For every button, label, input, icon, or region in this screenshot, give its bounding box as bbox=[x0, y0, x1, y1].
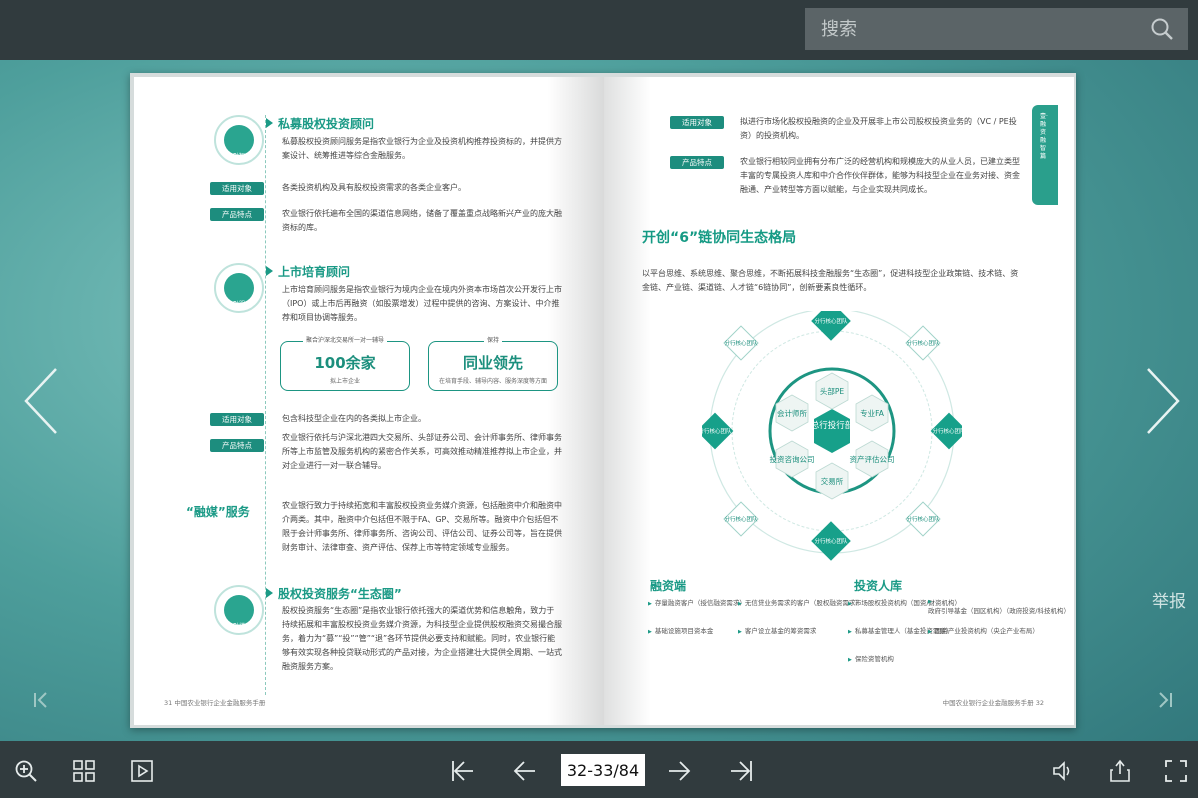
share-icon[interactable] bbox=[1108, 759, 1132, 783]
sound-icon[interactable] bbox=[1050, 759, 1074, 783]
last-page-side-icon[interactable] bbox=[1156, 690, 1174, 710]
feature-text: 农业银行依托遍布全国的渠道信息网络，储备了覆盖重点战略新兴产业的庞大融资标的库。 bbox=[282, 209, 562, 232]
search-box bbox=[805, 8, 1188, 50]
target-tag: 适用对象 bbox=[210, 413, 264, 426]
outer-node: 分行核心团队 bbox=[814, 317, 848, 325]
page-number-input[interactable] bbox=[561, 754, 645, 786]
target-tag: 适用对象 bbox=[210, 182, 264, 195]
search-input[interactable] bbox=[805, 8, 1145, 50]
first-page-side-icon[interactable] bbox=[32, 690, 50, 710]
target-text: 拟进行市场化股权投融资的企业及开展非上市公司股权投资业务的（VC / PE投资）… bbox=[740, 117, 1017, 140]
right-page[interactable]: 适用对象 拟进行市场化股权投融资的企业及开展非上市公司股权投资业务的（VC / … bbox=[604, 77, 1074, 725]
feature-tag: 产品特点 bbox=[210, 208, 264, 221]
stat-box: 保持 同业领先 在培育手段、辅导内容、服务深度等方面 bbox=[428, 337, 558, 391]
book-spread: 融智 私募股权投资顾问 私募股权投资顾问服务是指农业银行为企业及投资机构推荐投资… bbox=[130, 73, 1076, 728]
section-body: 私募股权投资顾问服务是指农业银行为企业及投资机构推荐投资标的，并提供方案设计、统… bbox=[282, 137, 562, 160]
page-footer: 中国农业银行企业金融服务手册 32 bbox=[942, 699, 1044, 707]
fullscreen-icon[interactable] bbox=[1164, 759, 1188, 783]
ecosystem-diagram: 总行投行部 头部PE 专业FA 资产评估公司 交易所 投资咨询公司 会计师所 分… bbox=[702, 311, 962, 561]
inner-node: 交易所 bbox=[821, 476, 844, 486]
outer-node: 分行核心团队 bbox=[906, 339, 940, 347]
list-item: 政府引导基金（园区机构）（政府投资/科技机构） bbox=[928, 597, 1074, 615]
list-item: 无信贷业务需求的客户（股权融资需求） bbox=[738, 597, 862, 607]
outer-node: 分行核心团队 bbox=[724, 515, 758, 523]
stat-box: 聚合沪深北交易所一对一辅导 100余家 拟上市企业 bbox=[280, 337, 410, 391]
prev-page-arrow-icon[interactable] bbox=[20, 365, 64, 437]
next-page-arrow-icon[interactable] bbox=[1140, 365, 1184, 437]
inner-node: 头部PE bbox=[820, 386, 845, 396]
section-title: 股权投资服务“生态圈” bbox=[266, 585, 402, 602]
list-item: 存量融资客户（授信融资需求） bbox=[648, 597, 746, 607]
top-bar bbox=[0, 0, 1198, 60]
inner-node: 资产评估公司 bbox=[850, 454, 895, 464]
feature-tag: 产品特点 bbox=[210, 439, 264, 452]
section-label: “融媒”服务 bbox=[186, 505, 250, 519]
list-item: 国资产业投资机构（央企产业布局） bbox=[928, 625, 1039, 635]
next-page-icon[interactable] bbox=[668, 759, 692, 783]
list-item: 基础设施项目资本金 bbox=[648, 625, 714, 635]
outer-node: 分行核心团队 bbox=[724, 339, 758, 347]
inner-node: 投资咨询公司 bbox=[770, 454, 815, 464]
section-body: 农业银行致力于持续拓宽和丰富股权投资业务媒介资源，包括融资中介和融资中介两类。其… bbox=[282, 501, 562, 552]
list-item: 保险资管机构 bbox=[848, 653, 894, 663]
inner-node: 专业FA bbox=[860, 408, 885, 418]
page-footer: 31 中国农业银行企业金融服务手册 bbox=[164, 699, 266, 707]
search-icon[interactable] bbox=[1150, 17, 1174, 41]
intro-text: 以平台思维、系统思维、聚合思维，不断拓展科技金融服务“生态圈”，促进科技型企业政… bbox=[642, 269, 1019, 292]
outer-node: 分行核心团队 bbox=[932, 427, 962, 435]
column-title: 投资人库 bbox=[854, 579, 903, 593]
section-title: 上市培育顾问 bbox=[266, 263, 350, 280]
target-tag: 适用对象 bbox=[670, 116, 724, 129]
report-link[interactable]: 举报 bbox=[1152, 587, 1186, 612]
inner-node: 会计师所 bbox=[777, 408, 807, 418]
column-title: 融资端 bbox=[650, 579, 687, 593]
page-heading: 开创“6”链协同生态格局 bbox=[642, 230, 797, 246]
feature-text: 农业银行相较同业拥有分布广泛的经营机构和规模庞大的从业人员，已建立类型丰富的专属… bbox=[740, 157, 1020, 194]
section-body: 上市培育顾问服务是指农业银行为境内企业在境内外资本市场首次公开发行上市（IPO）… bbox=[282, 285, 562, 322]
first-page-icon[interactable] bbox=[450, 759, 474, 783]
bulb-icon: 融服 bbox=[214, 263, 264, 313]
outer-node: 分行核心团队 bbox=[814, 537, 848, 545]
coins-icon: 融媒 bbox=[214, 585, 264, 635]
chapter-tab[interactable]: 壹·融资融智篇 bbox=[1032, 105, 1058, 205]
left-page[interactable]: 融智 私募股权投资顾问 私募股权投资顾问服务是指农业银行为企业及投资机构推荐投资… bbox=[134, 77, 604, 725]
bulb-icon: 融智 bbox=[214, 115, 264, 165]
prev-page-icon[interactable] bbox=[512, 759, 536, 783]
list-item: 客户设立基金的筹资需求 bbox=[738, 625, 817, 635]
feature-text: 农业银行依托与沪深北港四大交易所、头部证券公司、会计师事务所、律师事务所等上市监… bbox=[282, 433, 562, 470]
bottom-toolbar bbox=[0, 741, 1198, 798]
play-icon[interactable] bbox=[130, 759, 154, 783]
target-text: 各类投资机构及具有股权投资需求的各类企业客户。 bbox=[282, 183, 466, 192]
target-text: 包含科技型企业在内的各类拟上市企业。 bbox=[282, 414, 426, 423]
outer-node: 分行核心团队 bbox=[702, 427, 732, 435]
outer-node: 分行核心团队 bbox=[906, 515, 940, 523]
thumbnails-icon[interactable] bbox=[72, 759, 96, 783]
last-page-icon[interactable] bbox=[730, 759, 754, 783]
zoom-in-icon[interactable] bbox=[14, 759, 38, 783]
section-body: 股权投资服务“生态圈”是指农业银行依托强大的渠道优势和信息触角，致力于持续拓展和… bbox=[282, 606, 562, 671]
feature-tag: 产品特点 bbox=[670, 156, 724, 169]
timeline-line bbox=[265, 115, 266, 695]
diagram-center: 总行投行部 bbox=[811, 420, 854, 431]
section-title: 私募股权投资顾问 bbox=[266, 115, 374, 132]
